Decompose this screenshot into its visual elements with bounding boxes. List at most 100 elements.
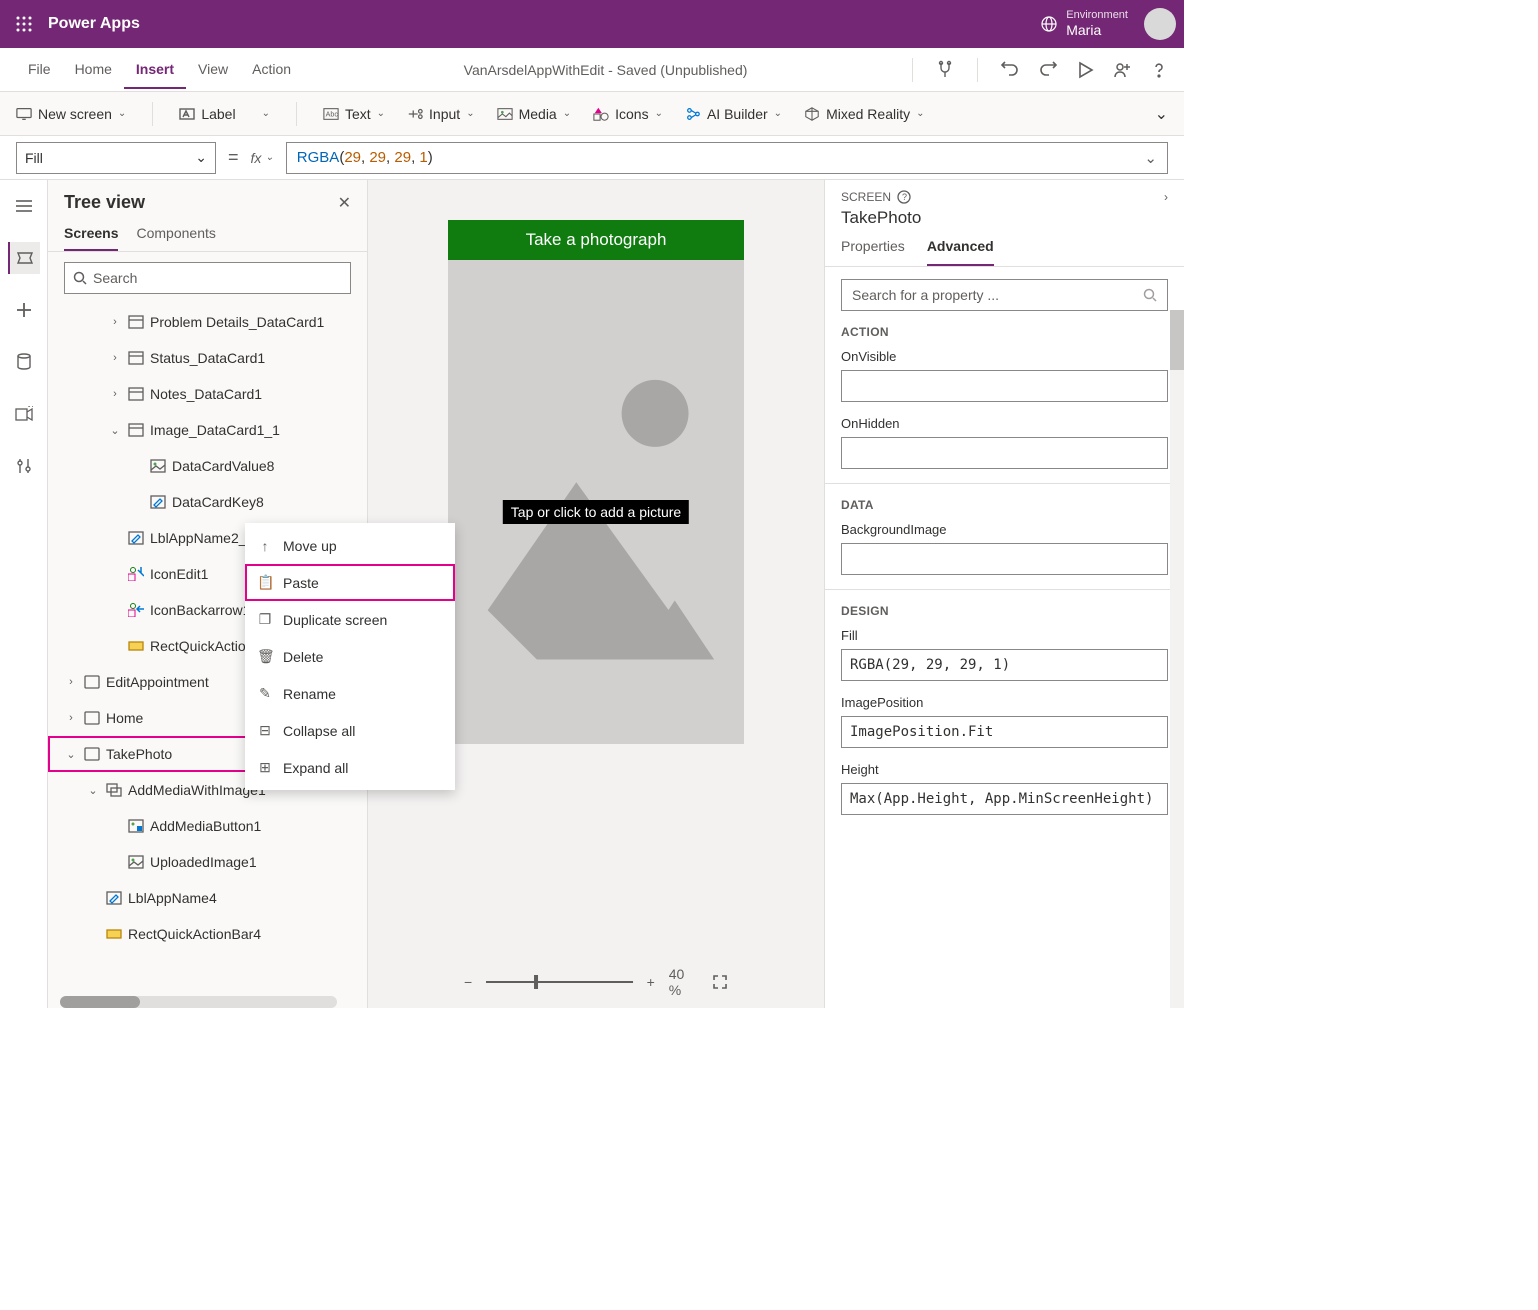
fullscreen-icon[interactable] — [712, 974, 728, 990]
app-checker-icon[interactable] — [935, 60, 955, 80]
section-action: ACTION — [841, 325, 1168, 339]
tap-label: Tap or click to add a picture — [503, 500, 689, 524]
menu-view[interactable]: View — [186, 51, 240, 89]
chevron-right-icon[interactable]: › — [1164, 190, 1168, 204]
environment-picker[interactable]: Environment Maria — [1040, 9, 1128, 39]
ribbon-text[interactable]: Abc Text⌄ — [323, 106, 385, 122]
text-icon: Abc — [323, 106, 339, 122]
ctx-icon: ✎ — [257, 685, 273, 702]
menu-home[interactable]: Home — [63, 51, 124, 89]
properties-panel: SCREEN ? › TakePhoto Properties Advanced… — [824, 180, 1184, 1008]
zoom-in-icon[interactable]: + — [647, 974, 655, 990]
ribbon-new-screen[interactable]: New screen⌄ — [16, 106, 126, 122]
expand-icon[interactable]: › — [64, 712, 78, 724]
input-icon — [407, 106, 423, 122]
fx-icon[interactable]: fx ⌄ — [251, 150, 274, 166]
expand-icon[interactable]: ⌄ — [86, 784, 100, 797]
tree-node-label: LblAppName2_1 — [150, 530, 254, 546]
ribbon-overflow-icon[interactable]: ⌄ — [1155, 104, 1168, 124]
card-icon — [128, 422, 144, 438]
rail-tree-icon[interactable] — [8, 242, 40, 274]
formula-input[interactable]: RGBA(29, 29, 29, 1) ⌄ — [286, 142, 1168, 174]
rail-tools-icon[interactable] — [8, 450, 40, 482]
vertical-scrollbar[interactable] — [1170, 310, 1184, 1008]
tab-screens[interactable]: Screens — [64, 225, 118, 251]
tree-node[interactable]: LblAppName4 — [48, 880, 367, 916]
tab-components[interactable]: Components — [136, 225, 215, 251]
ctx-rename[interactable]: ✎Rename — [245, 675, 455, 712]
undo-icon[interactable] — [1000, 60, 1020, 80]
ribbon-media[interactable]: Media⌄ — [497, 106, 572, 122]
tree-node[interactable]: ⌄Image_DataCard1_1 — [48, 412, 367, 448]
ctx-move-up[interactable]: ↑Move up — [245, 527, 455, 564]
ribbon-input[interactable]: Input⌄ — [407, 106, 475, 122]
tree-node[interactable]: ›Problem Details_DataCard1 — [48, 304, 367, 340]
chevron-down-icon[interactable]: ⌄ — [1144, 149, 1157, 167]
app-launcher-icon[interactable] — [8, 8, 40, 40]
zoom-slider[interactable] — [486, 981, 632, 983]
svg-text:Abc: Abc — [326, 110, 339, 118]
section-design: DESIGN — [841, 604, 1168, 618]
screen-icon — [84, 674, 100, 690]
redo-icon[interactable] — [1038, 60, 1058, 80]
context-menu: ↑Move up📋Paste❐Duplicate screen🗑Delete✎R… — [245, 523, 455, 790]
tree-node[interactable]: UploadedImage1 — [48, 844, 367, 880]
search-icon — [1143, 288, 1157, 302]
ribbon-label[interactable]: Label ⌄ — [179, 106, 270, 122]
ribbon-ai-builder[interactable]: AI Builder⌄ — [685, 106, 782, 122]
zoom-out-icon[interactable]: − — [464, 974, 472, 990]
field-onvisible-input[interactable] — [841, 370, 1168, 402]
tree-node-label: Status_DataCard1 — [150, 350, 265, 366]
property-selector[interactable]: Fill ⌄ — [16, 142, 216, 174]
expand-icon[interactable]: › — [108, 316, 122, 328]
tab-properties[interactable]: Properties — [841, 238, 905, 266]
help-icon[interactable] — [1150, 61, 1168, 79]
tree-node[interactable]: RectQuickActionBar4 — [48, 916, 367, 952]
horizontal-scrollbar[interactable] — [60, 996, 337, 1008]
field-imageposition-input[interactable]: ImagePosition.Fit — [841, 716, 1168, 748]
field-onhidden-input[interactable] — [841, 437, 1168, 469]
tree-search-input[interactable]: Search — [64, 262, 351, 294]
ctx-icon: 🗑 — [257, 648, 273, 665]
ctx-paste[interactable]: 📋Paste — [245, 564, 455, 601]
expand-icon[interactable]: ⌄ — [64, 748, 78, 761]
play-icon[interactable] — [1076, 61, 1094, 79]
expand-icon[interactable]: ⌄ — [108, 424, 122, 437]
close-icon[interactable]: ✕ — [338, 193, 351, 213]
tree-node[interactable]: DataCardKey8 — [48, 484, 367, 520]
tree-node[interactable]: › Status_DataCard1 — [48, 340, 367, 376]
phone-preview[interactable]: Take a photograph Tap or click to add a … — [448, 220, 744, 744]
avatar[interactable] — [1144, 8, 1176, 40]
expand-icon[interactable]: › — [108, 352, 122, 364]
tree-node[interactable]: ›Notes_DataCard1 — [48, 376, 367, 412]
phone-header-label: Take a photograph — [448, 220, 744, 260]
tree-node[interactable]: DataCardValue8 — [48, 448, 367, 484]
tree-node[interactable]: AddMediaButton1 — [48, 808, 367, 844]
menu-action[interactable]: Action — [240, 51, 303, 89]
share-icon[interactable] — [1112, 60, 1132, 80]
rail-insert-icon[interactable] — [8, 294, 40, 326]
tree-title: Tree view — [64, 192, 145, 213]
property-search-input[interactable]: Search for a property ... — [841, 279, 1168, 311]
menu-file[interactable]: File — [16, 51, 63, 89]
field-fill-input[interactable]: RGBA(29, 29, 29, 1) — [841, 649, 1168, 681]
tab-advanced[interactable]: Advanced — [927, 238, 994, 266]
rail-media-icon[interactable] — [8, 398, 40, 430]
menu-insert[interactable]: Insert — [124, 51, 186, 89]
ctx-collapse-all[interactable]: ⊟Collapse all — [245, 712, 455, 749]
ribbon-mixed-reality[interactable]: Mixed Reality⌄ — [804, 106, 924, 122]
field-height-input[interactable]: Max(App.Height, App.MinScreenHeight) — [841, 783, 1168, 815]
rail-hamburger-icon[interactable] — [8, 190, 40, 222]
chevron-down-icon: ⌄ — [195, 149, 207, 166]
ribbon-icons[interactable]: Icons⌄ — [593, 106, 663, 122]
field-bgimage-input[interactable] — [841, 543, 1168, 575]
ctx-duplicate-screen[interactable]: ❐Duplicate screen — [245, 601, 455, 638]
expand-icon[interactable]: › — [64, 676, 78, 688]
info-icon[interactable]: ? — [897, 190, 911, 204]
expand-icon[interactable]: › — [108, 388, 122, 400]
ctx-expand-all[interactable]: ⊞Expand all — [245, 749, 455, 786]
rail-data-icon[interactable] — [8, 346, 40, 378]
ctx-delete[interactable]: 🗑Delete — [245, 638, 455, 675]
field-label: BackgroundImage — [841, 522, 1168, 537]
tree-node-label: DataCardKey8 — [172, 494, 264, 510]
